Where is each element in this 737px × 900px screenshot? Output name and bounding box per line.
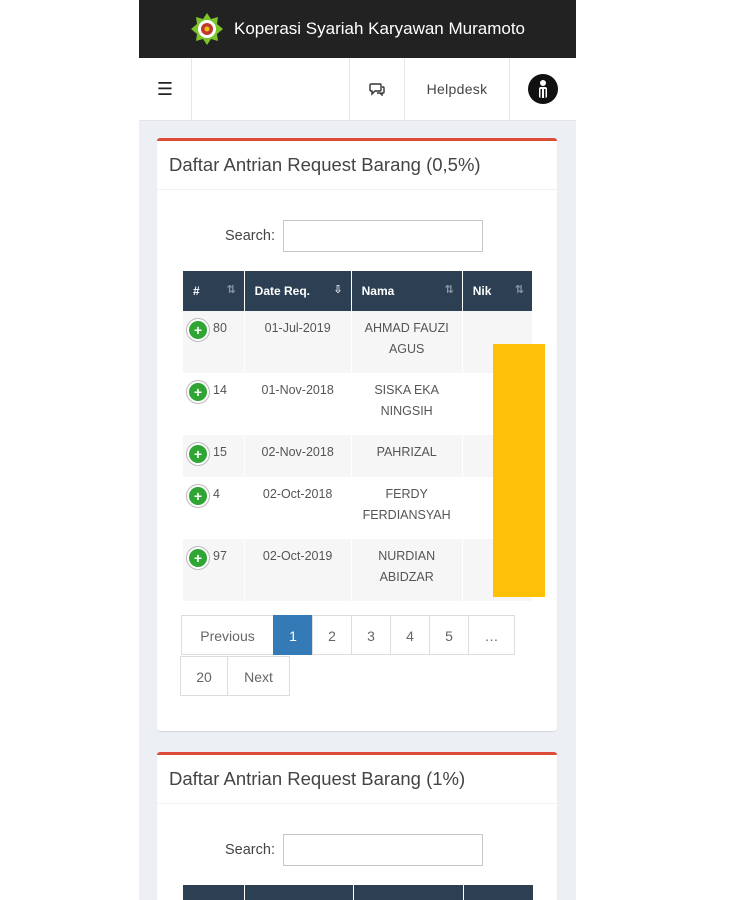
helpdesk-link[interactable]: Helpdesk <box>405 58 510 120</box>
search-row: Search: <box>225 220 483 252</box>
previous-page-button[interactable]: Previous <box>181 615 274 655</box>
search-label: Search: <box>225 842 275 858</box>
search-input[interactable] <box>282 220 483 252</box>
top-navbar: ☰ Helpdesk <box>139 58 576 121</box>
app-viewport: Koperasi Syariah Karyawan Muramoto ☰ Hel… <box>139 0 576 900</box>
next-page-button[interactable]: Next <box>227 656 290 696</box>
sort-icon: ⇅ <box>514 284 524 296</box>
expand-row-icon[interactable]: + <box>189 383 207 401</box>
expand-row-icon[interactable]: + <box>189 445 207 463</box>
navbar-spacer <box>192 58 349 120</box>
column-header-name[interactable]: Nama ⇅ <box>351 271 463 311</box>
table-row: +80 01-Jul-2019 AHMAD FAUZI AGUS <box>183 311 534 373</box>
expand-row-icon[interactable]: + <box>189 321 207 339</box>
row-id-cell: +97 <box>183 539 245 601</box>
name-cell: PAHRIZAL <box>351 435 463 477</box>
page-20-button[interactable]: 20 <box>180 656 228 696</box>
sort-icon: ⇅ <box>444 284 454 296</box>
expand-row-icon[interactable]: + <box>189 549 207 567</box>
koperasi-logo-icon <box>190 12 224 46</box>
user-avatar <box>528 74 558 104</box>
name-cell: FERDY FERDIANSYAH <box>351 477 463 539</box>
hamburger-icon: ☰ <box>156 78 174 99</box>
row-id-cell: +14 <box>183 373 245 435</box>
column-header-number[interactable]: # ⇅ <box>183 271 245 311</box>
expand-row-icon[interactable]: + <box>189 487 207 505</box>
sidebar-toggle-button[interactable]: ☰ <box>139 58 192 120</box>
name-cell: SISKA EKA NINGSIH <box>351 373 463 435</box>
table-row: +97 02-Oct-2019 NURDIAN ABIDZAR <box>183 539 534 601</box>
table-row: +14 01-Nov-2018 SISKA EKA NINGSIH <box>183 373 534 435</box>
sort-icon: ⇅ <box>226 284 236 296</box>
messages-button[interactable] <box>349 58 405 120</box>
comments-icon <box>369 83 385 96</box>
page-5-button[interactable]: 5 <box>429 615 469 655</box>
page-2-button[interactable]: 2 <box>312 615 352 655</box>
table-row: +15 02-Nov-2018 PAHRIZAL <box>183 435 534 477</box>
request-table: # ⇅ Date Req. ⇩ Nama ⇅ Nik ⇅ +80 01-Jul-2019… <box>183 271 534 601</box>
page-3-button[interactable]: 3 <box>351 615 391 655</box>
page-4-button[interactable]: 4 <box>390 615 430 655</box>
date-cell: 01-Nov-2018 <box>244 373 352 435</box>
name-cell: NURDIAN ABIDZAR <box>351 539 463 601</box>
app-title: Koperasi Syariah Karyawan Muramoto <box>233 19 526 38</box>
nik-redaction-overlay <box>493 344 545 597</box>
search-label: Search: <box>225 228 275 244</box>
request-queue-panel-1: Daftar Antrian Request Barang (0,5%) Sea… <box>157 138 557 731</box>
search-input[interactable] <box>282 834 483 866</box>
column-header-date[interactable]: Date Req. ⇩ <box>244 271 352 311</box>
row-id-cell: +4 <box>183 477 245 539</box>
date-cell: 02-Nov-2018 <box>244 435 352 477</box>
panel-title: Daftar Antrian Request Barang (0,5%) <box>157 141 557 190</box>
sort-desc-icon: ⇩ <box>333 284 343 296</box>
search-row: Search: <box>225 834 483 866</box>
request-queue-panel-2: Daftar Antrian Request Barang (1%) Searc… <box>157 752 557 900</box>
table-row: +4 02-Oct-2018 FERDY FERDIANSYAH <box>183 477 534 539</box>
brand-header: Koperasi Syariah Karyawan Muramoto <box>139 0 576 58</box>
user-menu-button[interactable] <box>510 58 576 120</box>
panel-title: Daftar Antrian Request Barang (1%) <box>157 755 557 804</box>
column-header-nik[interactable]: Nik ⇅ <box>462 271 534 311</box>
row-id-cell: +15 <box>183 435 245 477</box>
date-cell: 02-Oct-2019 <box>244 539 352 601</box>
name-cell: AHMAD FAUZI AGUS <box>351 311 463 373</box>
row-id-cell: +80 <box>183 311 245 373</box>
date-cell: 02-Oct-2018 <box>244 477 352 539</box>
table-header <box>183 885 533 900</box>
page-1-button[interactable]: 1 <box>273 615 313 655</box>
date-cell: 01-Jul-2019 <box>244 311 352 373</box>
page-ellipsis: … <box>468 615 515 655</box>
